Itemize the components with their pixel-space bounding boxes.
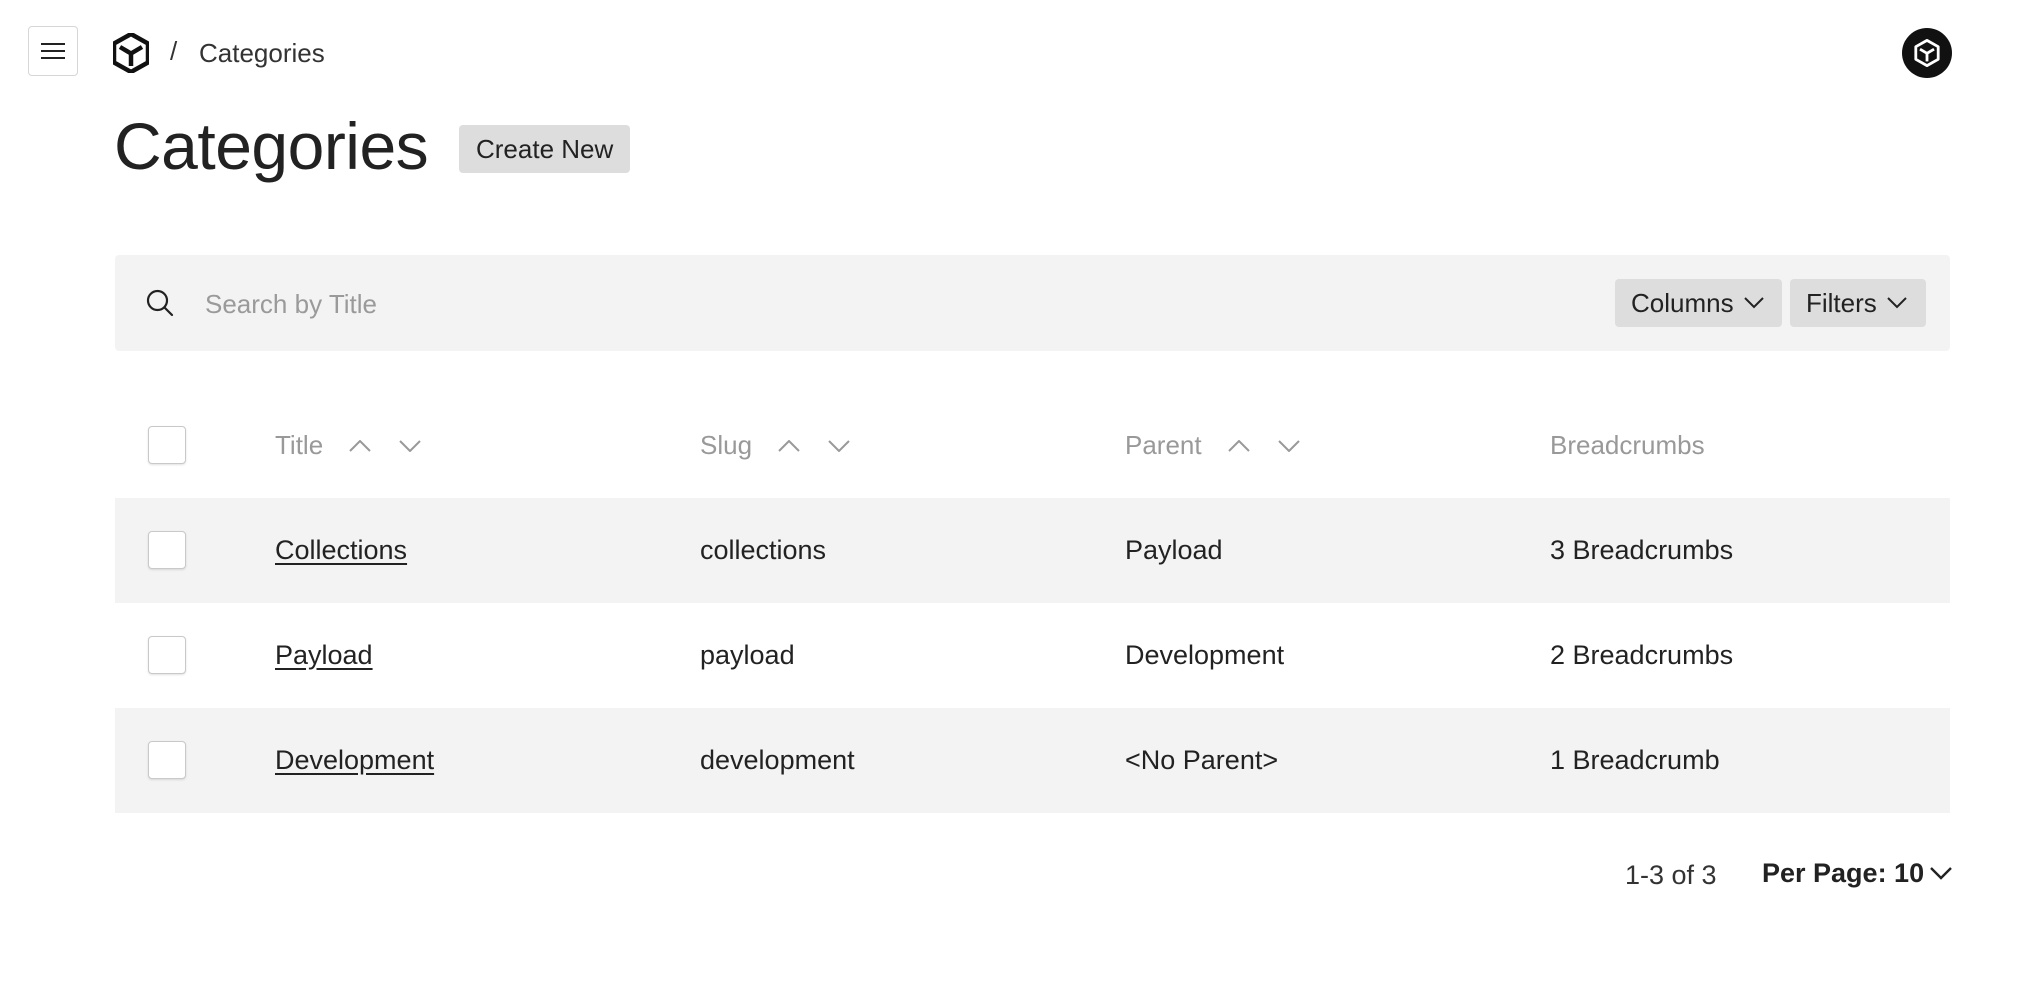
sort-ascending-button[interactable]	[774, 431, 804, 461]
columns-label: Columns	[1631, 287, 1734, 318]
select-all-checkbox[interactable]	[148, 426, 186, 464]
sort-descending-button[interactable]	[1274, 431, 1304, 461]
payload-logo-icon	[111, 31, 151, 75]
chevron-down-icon	[828, 439, 850, 452]
sort-ascending-button[interactable]	[1224, 431, 1254, 461]
table-row: Collections collections Payload 3 Breadc…	[115, 498, 1950, 603]
logo-link[interactable]	[111, 31, 151, 75]
row-parent: Development	[1125, 640, 1285, 670]
filters-toggle-button[interactable]: Filters	[1790, 279, 1926, 327]
row-breadcrumbs: 2 Breadcrumbs	[1550, 640, 1734, 670]
search-icon	[146, 289, 174, 317]
chevron-up-icon	[778, 439, 800, 452]
chevron-up-icon	[1227, 439, 1250, 452]
menu-toggle-button[interactable]	[28, 26, 78, 76]
sort-descending-button[interactable]	[395, 431, 425, 461]
chevron-up-icon	[349, 439, 371, 452]
breadcrumb-separator: /	[170, 36, 178, 66]
chevron-down-icon	[1277, 439, 1300, 452]
table-row: Payload payload Development 2 Breadcrumb…	[115, 603, 1950, 708]
row-breadcrumbs: 1 Breadcrumb	[1550, 745, 1720, 775]
page-title: Categories	[114, 109, 429, 183]
row-checkbox[interactable]	[148, 636, 186, 674]
row-checkbox[interactable]	[148, 531, 186, 569]
chevron-down-icon	[1930, 867, 1952, 880]
top-bar: / Categories	[0, 0, 2018, 106]
search-input[interactable]	[203, 275, 1207, 333]
account-button[interactable]	[1902, 28, 1952, 78]
column-label: Parent	[1125, 430, 1202, 460]
search-bar: Columns Filters	[115, 255, 1950, 351]
column-header-parent: Parent	[1125, 430, 1304, 461]
row-title-link[interactable]: Collections	[275, 535, 407, 566]
column-header-title: Title	[275, 430, 425, 461]
chevron-down-icon	[1887, 297, 1907, 309]
table-row: Development development <No Parent> 1 Br…	[115, 708, 1950, 813]
column-header-slug: Slug	[700, 430, 854, 461]
sort-ascending-button[interactable]	[345, 431, 375, 461]
per-page-dropdown[interactable]: Per Page: 10	[1762, 858, 1952, 889]
columns-toggle-button[interactable]: Columns	[1615, 279, 1782, 327]
per-page-label: Per Page: 10	[1762, 858, 1925, 888]
row-parent: <No Parent>	[1125, 745, 1279, 775]
column-label: Slug	[700, 430, 753, 460]
breadcrumb-current: Categories	[199, 38, 325, 68]
row-breadcrumbs: 3 Breadcrumbs	[1550, 535, 1734, 565]
row-slug: collections	[700, 535, 827, 565]
row-title-link[interactable]: Development	[275, 745, 434, 776]
chevron-down-icon	[399, 439, 421, 452]
row-parent: Payload	[1125, 535, 1223, 565]
column-label: Title	[275, 430, 324, 460]
pagination-range: 1-3 of 3	[1625, 860, 1717, 890]
row-checkbox[interactable]	[148, 741, 186, 779]
hamburger-icon	[41, 43, 65, 59]
row-slug: development	[700, 745, 855, 775]
row-slug: payload	[700, 640, 795, 670]
row-title-link[interactable]: Payload	[275, 640, 373, 671]
chevron-down-icon	[1743, 297, 1764, 309]
filters-label: Filters	[1806, 287, 1877, 318]
column-label: Breadcrumbs	[1550, 430, 1705, 460]
create-new-button[interactable]: Create New	[459, 125, 631, 173]
sort-descending-button[interactable]	[824, 431, 854, 461]
account-avatar-icon	[1914, 39, 1940, 67]
table-header: Title Slug Parent Breadcrumbs	[115, 392, 1950, 498]
column-header-breadcrumbs: Breadcrumbs	[1550, 430, 1705, 461]
